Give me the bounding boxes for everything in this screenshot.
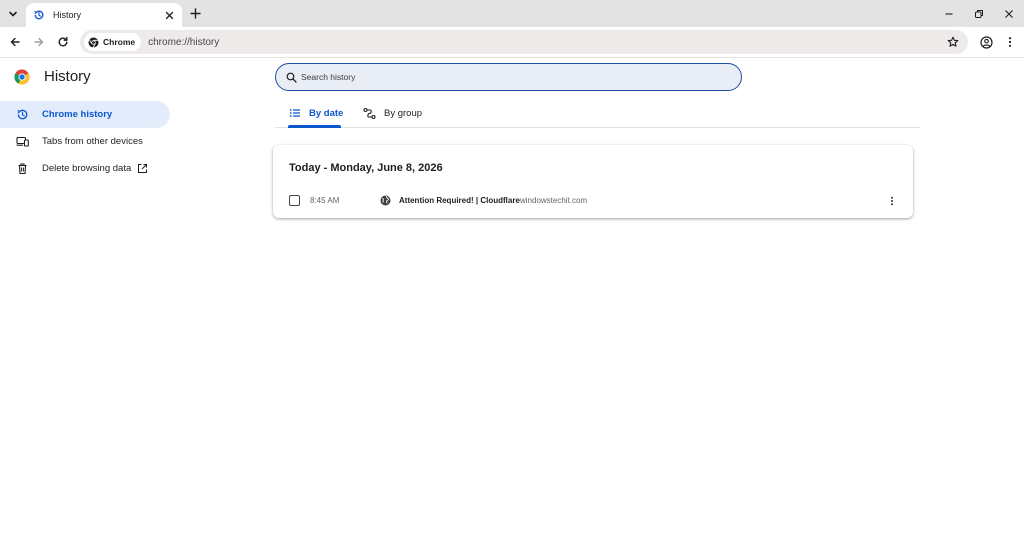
chrome-logo-icon — [14, 69, 30, 85]
more-vert-icon — [1008, 37, 1012, 47]
sidebar-item-chrome-history[interactable]: Chrome history — [0, 101, 170, 128]
entry-checkbox[interactable] — [289, 195, 300, 206]
active-tab-indicator — [288, 125, 341, 128]
sidebar-item-label: Chrome history — [42, 109, 113, 120]
globe-icon — [380, 195, 391, 206]
history-icon — [16, 108, 29, 121]
day-heading: Today - Monday, June 8, 2026 — [289, 162, 443, 174]
bookmark-button[interactable] — [946, 35, 960, 49]
plus-icon — [190, 8, 201, 19]
tab-search-button[interactable] — [4, 5, 22, 23]
browser-toolbar: Chrome chrome://history — [0, 27, 1024, 58]
new-tab-button[interactable] — [188, 6, 203, 21]
reload-icon — [58, 36, 68, 47]
close-window-button[interactable] — [1001, 6, 1016, 21]
forward-button[interactable] — [31, 34, 47, 50]
sidebar-item-label: Delete browsing data — [42, 163, 132, 174]
back-button[interactable] — [7, 34, 23, 50]
view-tabs: By date By group — [275, 98, 920, 128]
history-brand: History — [14, 68, 91, 85]
tab-label: By date — [309, 107, 344, 119]
search-input[interactable] — [301, 72, 701, 82]
profile-button[interactable] — [978, 34, 994, 50]
browser-tab-history[interactable]: History — [26, 3, 182, 27]
star-icon — [947, 36, 959, 47]
history-day-card: Today - Monday, June 8, 2026 8:45 AM Att… — [273, 145, 913, 218]
reload-button[interactable] — [55, 34, 71, 50]
search-icon — [286, 72, 297, 83]
page-title: History — [44, 68, 91, 85]
close-icon — [165, 11, 173, 19]
group-icon — [363, 107, 376, 120]
tab-title: History — [53, 10, 82, 20]
tab-by-date[interactable]: By date — [288, 98, 343, 128]
close-tab-button[interactable] — [162, 8, 176, 22]
address-bar[interactable]: Chrome chrome://history — [80, 30, 968, 54]
history-icon — [33, 9, 45, 21]
devices-icon — [16, 135, 29, 148]
chrome-menu-button[interactable] — [1002, 34, 1018, 50]
account-circle-icon — [979, 35, 993, 49]
sidebar-item-delete-browsing-data[interactable]: Delete browsing data — [0, 155, 170, 182]
chevron-down-icon — [9, 11, 17, 17]
entry-time: 8:45 AM — [310, 196, 340, 205]
history-entry[interactable]: 8:45 AM Attention Required! | Cloudflare… — [273, 191, 913, 211]
restore-button[interactable] — [971, 6, 986, 21]
arrow-left-icon — [10, 37, 20, 47]
sidebar-item-label: Tabs from other devices — [42, 136, 143, 147]
tab-label: By group — [384, 107, 423, 119]
search-box[interactable] — [275, 63, 742, 91]
tab-strip: History — [0, 0, 1024, 27]
entry-actions-button[interactable] — [885, 194, 899, 208]
restore-icon — [974, 9, 983, 18]
chrome-icon — [88, 37, 99, 48]
open-in-new-icon — [137, 163, 148, 174]
entry-title-link[interactable]: Attention Required! | Cloudflare — [399, 196, 520, 205]
minimize-button[interactable] — [941, 6, 956, 21]
trash-icon — [16, 162, 29, 175]
tab-by-group[interactable]: By group — [363, 98, 422, 128]
url-text[interactable]: chrome://history — [148, 37, 219, 48]
more-vert-icon — [891, 196, 893, 206]
sidebar-item-tabs-from-other-devices[interactable]: Tabs from other devices — [0, 128, 170, 155]
site-info-chip[interactable]: Chrome — [84, 33, 142, 51]
list-icon — [288, 107, 301, 120]
minimize-icon — [945, 12, 952, 15]
entry-domain: windowstechit.com — [520, 196, 588, 205]
arrow-right-icon — [34, 37, 44, 47]
close-icon — [1004, 9, 1013, 18]
site-chip-label: Chrome — [103, 37, 136, 47]
